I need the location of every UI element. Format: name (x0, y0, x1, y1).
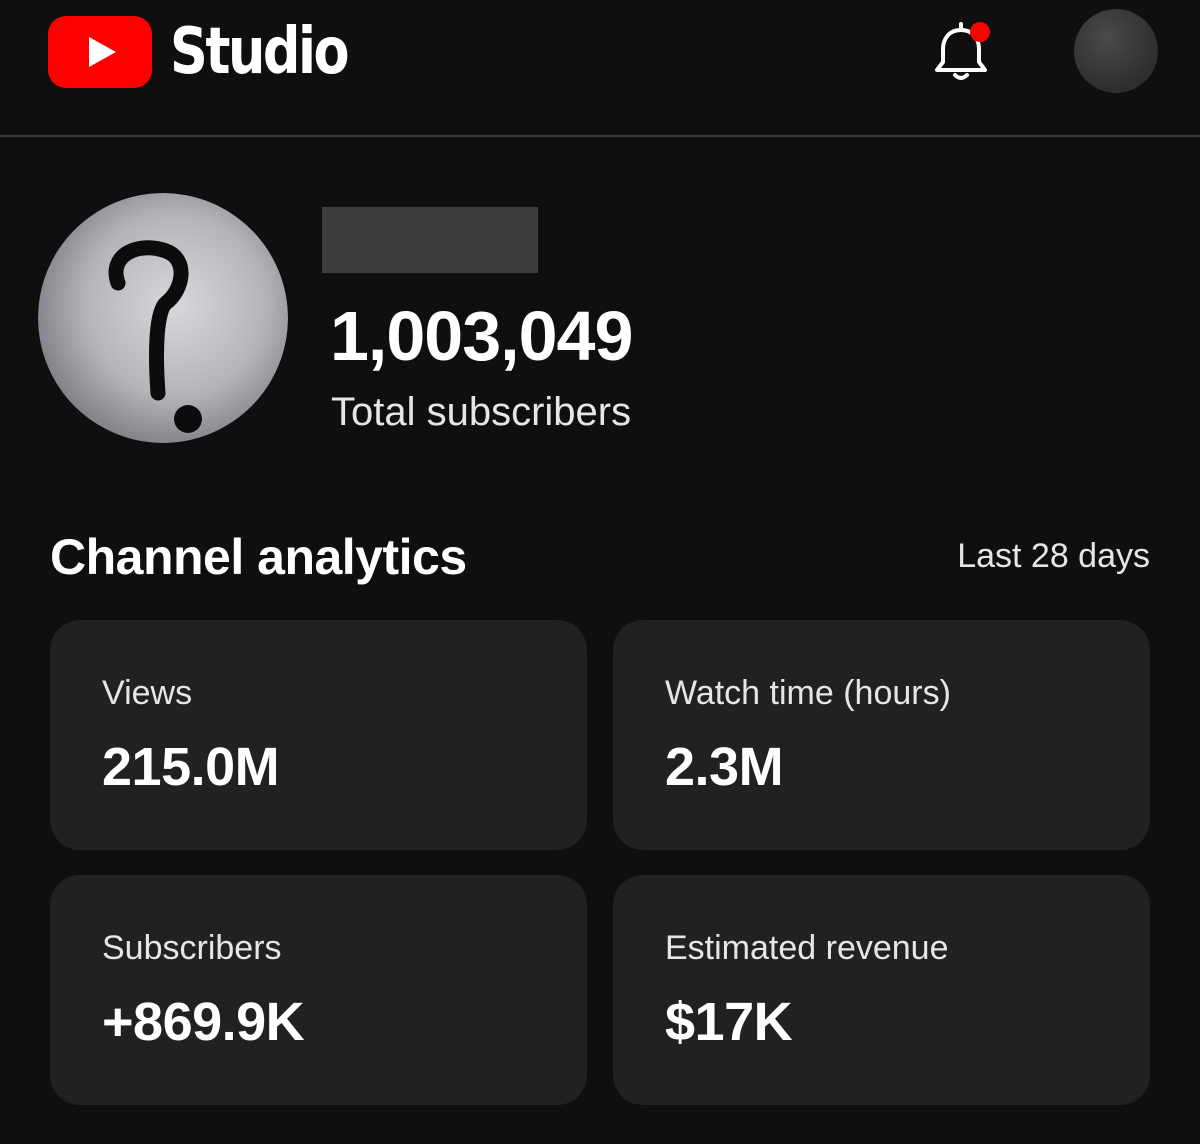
subscribers-card[interactable]: Subscribers +869.9K (50, 875, 587, 1105)
account-avatar[interactable] (1074, 9, 1158, 93)
metric-value: 215.0M (102, 737, 280, 797)
channel-name-redacted (322, 207, 538, 273)
app-title: Studio (170, 15, 350, 89)
studio-logo[interactable]: Studio (48, 16, 386, 88)
metric-label: Estimated revenue (665, 929, 949, 967)
channel-analytics-title: Channel analytics (50, 529, 467, 585)
views-card[interactable]: Views 215.0M (50, 620, 587, 850)
date-range-selector[interactable]: Last 28 days (957, 536, 1150, 576)
metric-label: Subscribers (102, 929, 282, 967)
top-app-bar: Studio (0, 0, 1200, 137)
estimated-revenue-card[interactable]: Estimated revenue $17K (613, 875, 1150, 1105)
channel-avatar[interactable] (38, 193, 288, 443)
metric-value: 2.3M (665, 737, 784, 797)
metric-value: +869.9K (102, 992, 305, 1052)
metric-label: Watch time (hours) (665, 674, 951, 712)
metric-value: $17K (665, 992, 793, 1052)
question-mark-avatar-icon (38, 193, 288, 443)
metric-label: Views (102, 674, 193, 712)
total-subscriber-count: 1,003,049 (330, 297, 633, 375)
total-subscribers-label: Total subscribers (331, 390, 632, 434)
youtube-play-logo-icon (48, 16, 152, 88)
watch-time-card[interactable]: Watch time (hours) 2.3M (613, 620, 1150, 850)
notifications-button[interactable] (928, 18, 994, 86)
notification-dot (970, 22, 990, 42)
bell-icon (935, 22, 990, 80)
